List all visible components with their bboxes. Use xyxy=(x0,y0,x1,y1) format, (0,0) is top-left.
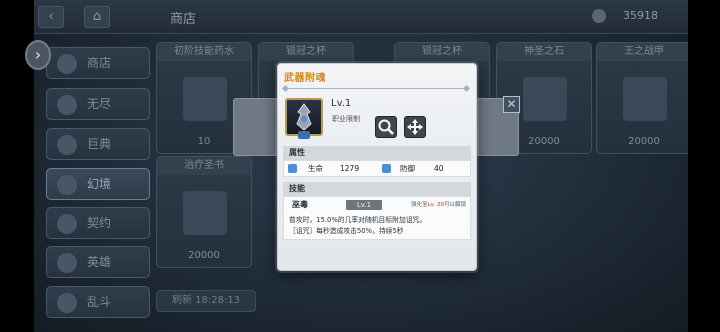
level-label: Lv.1 xyxy=(331,98,352,109)
job-limit-label: 职业限制 xyxy=(332,115,360,123)
nav-item-endless[interactable]: 无尽 xyxy=(46,88,150,120)
nav-item-shop[interactable]: 商店 xyxy=(46,47,150,79)
endless-icon xyxy=(57,95,77,115)
title-divider xyxy=(284,88,468,89)
refresh-timer: 刷新 18:28:13 xyxy=(156,290,256,312)
shop-icon xyxy=(57,54,77,74)
currency-amount: 35918 xyxy=(623,9,658,22)
hp-icon xyxy=(288,164,297,173)
grade-badge xyxy=(298,131,310,139)
dialog-title: 武器附魂 xyxy=(284,73,326,84)
unlock-note: 强化至Lv. 20可以解锁 xyxy=(411,202,466,208)
book-icon xyxy=(57,135,77,155)
back-arrow-icon[interactable]: ‹ xyxy=(38,6,64,28)
enchant-dialog: 武器附魂 Lv.1 职业限制 属性 生命 1279 防御 40 技能 巫毒 Lv… xyxy=(277,63,477,271)
attributes-header: 属性 xyxy=(283,146,471,160)
item-icon xyxy=(623,77,667,121)
stat-row: 生命 1279 防御 40 xyxy=(284,161,470,176)
skills-section: 技能 巫毒 Lv.1 强化至Lv. 20可以解锁 普攻时，15.0%的几率对随机… xyxy=(283,182,471,240)
shop-card[interactable]: 王之战甲 20000 xyxy=(596,42,692,154)
attributes-section: 属性 生命 1279 防御 40 xyxy=(283,146,471,177)
nav-item-brawl[interactable]: 乱斗 xyxy=(46,286,150,318)
skill-description: 普攻时，15.0%的几率对随机目标附加诅咒。 ［诅咒］每秒造成攻击50%，持续5… xyxy=(289,216,427,235)
page-title: 商店 xyxy=(170,12,197,27)
nav-item-realm[interactable]: 幻境 xyxy=(46,168,150,200)
right-letterbox xyxy=(688,0,720,332)
top-bar: ‹ ⌂ 商店 35918 xyxy=(34,0,688,34)
game-screen: ‹ ⌂ 商店 35918 › 商店 无尽 巨典 幻境 契约 英雄 乱斗 初阶技能… xyxy=(0,0,720,332)
close-icon[interactable]: ✕ xyxy=(503,96,520,113)
nav-item-contract[interactable]: 契约 xyxy=(46,207,150,239)
item-icon xyxy=(523,77,567,121)
defense-icon xyxy=(382,164,391,173)
shop-card[interactable]: 治疗圣书 20000 xyxy=(156,156,252,268)
expand-sidebar-icon[interactable]: › xyxy=(25,40,51,70)
weapon-soul-icon xyxy=(296,103,312,131)
skill-level: Lv.1 xyxy=(346,200,382,210)
brawl-icon xyxy=(57,293,77,313)
contract-icon xyxy=(57,214,77,234)
move-icon[interactable] xyxy=(404,116,426,138)
item-icon xyxy=(183,191,227,235)
nav-item-hero[interactable]: 英雄 xyxy=(46,246,150,278)
search-icon[interactable] xyxy=(375,116,397,138)
realm-icon xyxy=(57,175,77,195)
skill-row: 巫毒 Lv.1 强化至Lv. 20可以解锁 xyxy=(284,197,470,213)
nav-item-book[interactable]: 巨典 xyxy=(46,128,150,160)
skill-name: 巫毒 xyxy=(292,200,308,209)
home-icon[interactable]: ⌂ xyxy=(84,6,110,28)
coin-icon xyxy=(592,9,606,23)
hero-icon xyxy=(57,253,77,273)
skills-header: 技能 xyxy=(283,182,471,196)
item-icon xyxy=(183,77,227,121)
